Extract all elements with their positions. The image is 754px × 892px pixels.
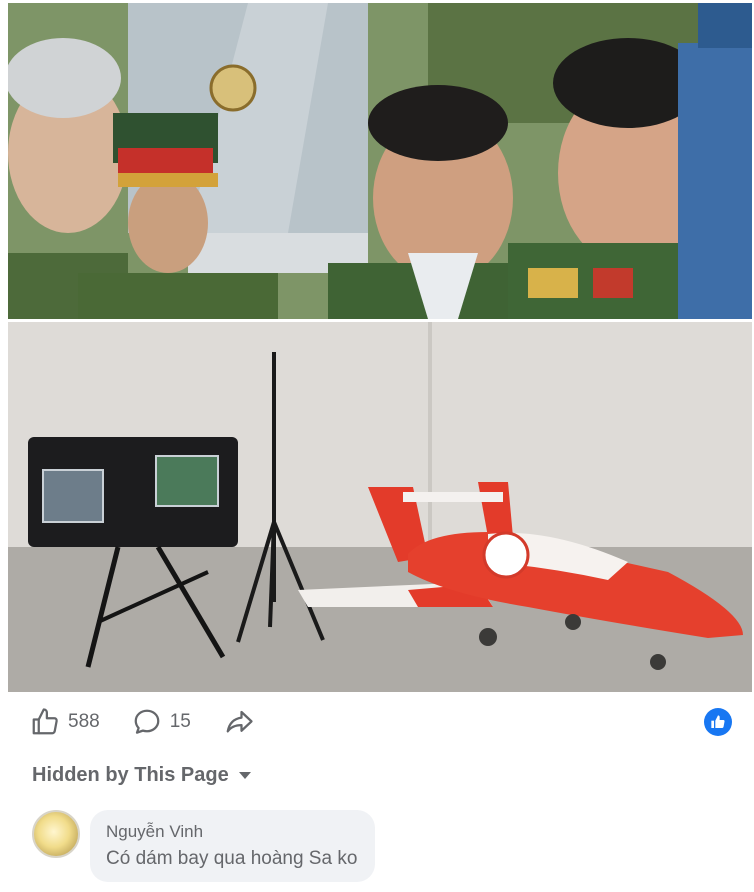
comment-text: Có dám bay qua hoàng Sa ko xyxy=(106,848,358,869)
comment-item: Nguyễn Vinh Có dám bay qua hoàng Sa ko xyxy=(32,810,376,882)
comment-bubble-icon xyxy=(132,707,162,737)
comment-author[interactable]: Nguyễn Vinh xyxy=(106,822,357,842)
comment-count: 15 xyxy=(169,711,191,732)
share-arrow-icon xyxy=(223,707,255,737)
avatar[interactable] xyxy=(32,810,80,858)
officers-illustration xyxy=(8,3,752,319)
thumbs-up-icon xyxy=(30,707,60,737)
post-photo-officers[interactable] xyxy=(8,3,752,319)
like-count: 588 xyxy=(68,711,100,732)
like-reaction-badge[interactable] xyxy=(704,708,732,736)
like-button[interactable]: 588 xyxy=(30,707,100,737)
post-photo-drone[interactable] xyxy=(8,322,752,692)
comment-button[interactable]: 15 xyxy=(132,707,191,737)
comments-filter-dropdown[interactable]: Hidden by This Page xyxy=(32,764,251,787)
share-button[interactable] xyxy=(223,707,255,737)
drone-illustration xyxy=(8,322,752,692)
comment-bubble: Nguyễn Vinh Có dám bay qua hoàng Sa ko xyxy=(90,810,376,882)
like-icon xyxy=(711,715,725,728)
post-actions-bar: 588 15 xyxy=(30,702,732,742)
caret-down-icon xyxy=(238,772,251,779)
comments-filter-label: Hidden by This Page xyxy=(32,764,229,786)
